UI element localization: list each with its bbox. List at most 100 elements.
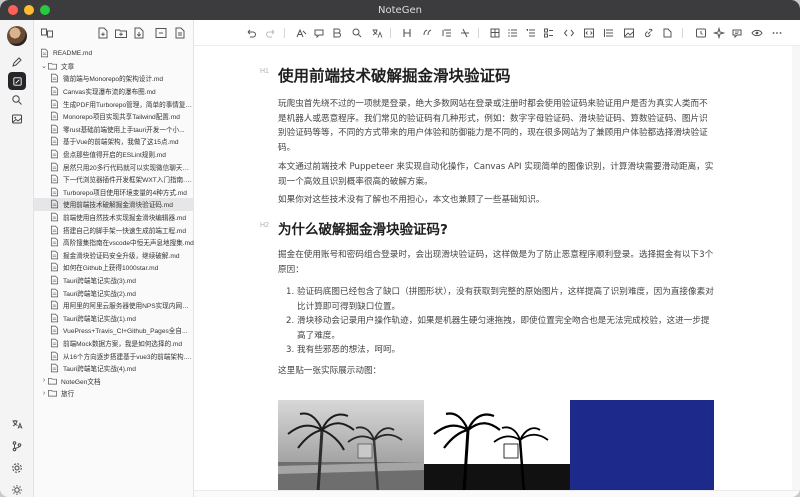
- tree-item-label: Turborepo项目使用环境变量的4种方式.md: [63, 189, 187, 197]
- file-item[interactable]: Turborepo项目使用环境变量的4种方式.md: [34, 186, 194, 199]
- tree-item-label: 高阶搜集指南在vscode中恒无声息地搜集.md: [63, 240, 194, 248]
- translate-doc-icon[interactable]: [370, 26, 384, 40]
- chevron-right-icon[interactable]: ›: [40, 390, 48, 397]
- new-folder-icon[interactable]: [114, 26, 128, 40]
- file-icon: [50, 250, 59, 260]
- zoom-window-button[interactable]: [40, 5, 50, 15]
- file-item[interactable]: 掘金滑块验证码安全升级，继续破解.md: [34, 249, 194, 262]
- comment-icon[interactable]: [312, 26, 326, 40]
- file-item[interactable]: 使用前端技术破解掘金滑块验证码.md: [34, 198, 194, 211]
- file-item[interactable]: VuePress+Travis_CI+Github_Pages全自...: [34, 324, 194, 337]
- file-icon: [50, 326, 59, 335]
- section-heading: 为什么破解掘金滑块验证码?: [278, 222, 448, 238]
- file-item[interactable]: Monorepo项目实现共享Tailwind配置.md: [34, 110, 194, 123]
- folder-item[interactable]: › NoteGen文档: [34, 375, 194, 388]
- window-title: NoteGen: [378, 4, 422, 16]
- file-item[interactable]: 前端Mock数据方案，我是如何选择的.md: [34, 337, 194, 350]
- file-item[interactable]: 如何在Github上获得1000star.md: [34, 261, 194, 274]
- list-icon[interactable]: [506, 26, 520, 40]
- tree-item-label: NoteGen文档: [61, 378, 101, 386]
- file-item[interactable]: Tauri跨端笔记实战(2).md: [34, 286, 194, 299]
- tree-item-label: 搭建自己的脚手架一快速生成前端工程.md: [63, 227, 187, 235]
- search-icon[interactable]: [9, 92, 25, 108]
- image-icon[interactable]: [9, 111, 25, 127]
- file-item[interactable]: 基于Vue的前端架构，我做了这15点.md: [34, 135, 194, 148]
- strike-icon[interactable]: [458, 26, 472, 40]
- heading-icon[interactable]: [400, 26, 414, 40]
- comment-list-icon[interactable]: [730, 26, 744, 40]
- file-icon: [50, 301, 59, 310]
- file-item[interactable]: 搭建自己的脚手架一快速生成前端工程.md: [34, 223, 194, 236]
- bold-sparkle-icon[interactable]: [330, 26, 344, 40]
- settings-icon[interactable]: [9, 460, 25, 476]
- pen-icon[interactable]: [9, 54, 25, 70]
- h1-marker: H1: [260, 68, 269, 75]
- outline-icon[interactable]: [440, 26, 454, 40]
- folder-item[interactable]: ⌄ 文章: [34, 60, 194, 73]
- preview-icon[interactable]: [750, 26, 764, 40]
- attachment-icon[interactable]: [660, 26, 674, 40]
- code-block-icon[interactable]: [582, 26, 596, 40]
- file-item[interactable]: 居然只用20多行代码就可以实现微信聊天机...: [34, 160, 194, 173]
- file-item[interactable]: 高阶搜集指南在vscode中恒无声息地搜集.md: [34, 236, 194, 249]
- file-item[interactable]: 零rust基础前端使用上手tauri开发一个小...: [34, 123, 194, 136]
- file-icon: [50, 74, 59, 83]
- status-bar: [194, 490, 800, 497]
- quote-icon[interactable]: [420, 26, 434, 40]
- avatar[interactable]: [7, 26, 27, 46]
- list-item: 3. 我有些邪恶的想法，呵呵。: [286, 345, 401, 355]
- explorer-toolbar: [34, 20, 194, 46]
- align-icon[interactable]: [602, 26, 616, 40]
- file-item[interactable]: 生成PDF用Turborepo管理，简单的事情复杂化.md: [34, 97, 194, 110]
- table-icon[interactable]: [488, 26, 502, 40]
- tree-item-label: 零rust基础前端使用上手tauri开发一个小...: [63, 126, 185, 134]
- tree-item-label: Tauri跨端笔记实战(3).md: [63, 278, 136, 286]
- file-item[interactable]: Tauri跨端笔记实战(3).md: [34, 274, 194, 287]
- more-options-icon[interactable]: [770, 26, 784, 40]
- translate-icon[interactable]: [9, 416, 25, 432]
- tree-item-label: 掘金滑块验证码安全升级，继续破解.md: [63, 252, 180, 260]
- file-item[interactable]: 微前端与Monorepo的架构设计.md: [34, 72, 194, 85]
- app-window: NoteGen README.md ⌄ 文章 微前端与Monorepo的架构设计…: [0, 0, 800, 497]
- ordered-list-icon[interactable]: [524, 26, 538, 40]
- more-icon[interactable]: [173, 26, 187, 40]
- note-icon[interactable]: [8, 72, 26, 90]
- redo-icon[interactable]: [264, 26, 278, 40]
- download-icon[interactable]: [132, 26, 146, 40]
- folder-icon: [48, 377, 57, 385]
- image-insert-icon[interactable]: [622, 26, 636, 40]
- file-item[interactable]: 前端使用自然技术实现掘金滑块编辑器.md: [34, 211, 194, 224]
- undo-icon[interactable]: [244, 26, 258, 40]
- file-item[interactable]: README.md: [34, 47, 194, 60]
- settings-sliders-icon[interactable]: [9, 482, 25, 497]
- editor-area[interactable]: H1 H2 使用前端技术破解掘金滑块验证码 玩爬虫首先绕不过的一项就是登录，绝大…: [194, 46, 792, 490]
- chevron-right-icon[interactable]: ›: [40, 377, 48, 384]
- editor-scrollbar[interactable]: [792, 46, 800, 490]
- file-item[interactable]: 盘点那些值得开启的ESLint规则.md: [34, 148, 194, 161]
- new-file-icon[interactable]: [96, 26, 110, 40]
- clear-format-icon[interactable]: [294, 26, 308, 40]
- file-item[interactable]: 用阿里的阿里云服务器使用NPS实现内网穿...: [34, 299, 194, 312]
- file-icon: [50, 200, 59, 209]
- ai-icon[interactable]: [712, 26, 726, 40]
- tree-item-label: 前端使用自然技术实现掘金滑块编辑器.md: [63, 215, 187, 223]
- file-item[interactable]: Canvas实现瀑布流的瀑布图.md: [34, 85, 194, 98]
- checklist-icon[interactable]: [542, 26, 556, 40]
- file-icon: [50, 275, 59, 285]
- tree-item-label: 旅行: [61, 391, 75, 399]
- folder-item[interactable]: › 旅行: [34, 387, 194, 400]
- file-item[interactable]: Tauri跨端笔记实战(4).md: [34, 362, 194, 375]
- git-icon[interactable]: [9, 438, 25, 454]
- link-icon[interactable]: [642, 26, 656, 40]
- chevron-down-icon[interactable]: ⌄: [40, 62, 48, 70]
- sync-icon[interactable]: [40, 26, 54, 40]
- minimize-window-button[interactable]: [24, 5, 34, 15]
- history-icon[interactable]: [694, 26, 708, 40]
- file-item[interactable]: Tauri跨端笔记实战(1).md: [34, 312, 194, 325]
- collapse-icon[interactable]: [154, 26, 168, 40]
- file-item[interactable]: 下一代浏览器插件开发框架WXT入门指南.md: [34, 173, 194, 186]
- close-window-button[interactable]: [8, 5, 18, 15]
- file-item[interactable]: 从16个方向逐步搭建基于vue3的前端架构.md: [34, 349, 194, 362]
- code-inline-icon[interactable]: [562, 26, 576, 40]
- search-doc-icon[interactable]: [350, 26, 364, 40]
